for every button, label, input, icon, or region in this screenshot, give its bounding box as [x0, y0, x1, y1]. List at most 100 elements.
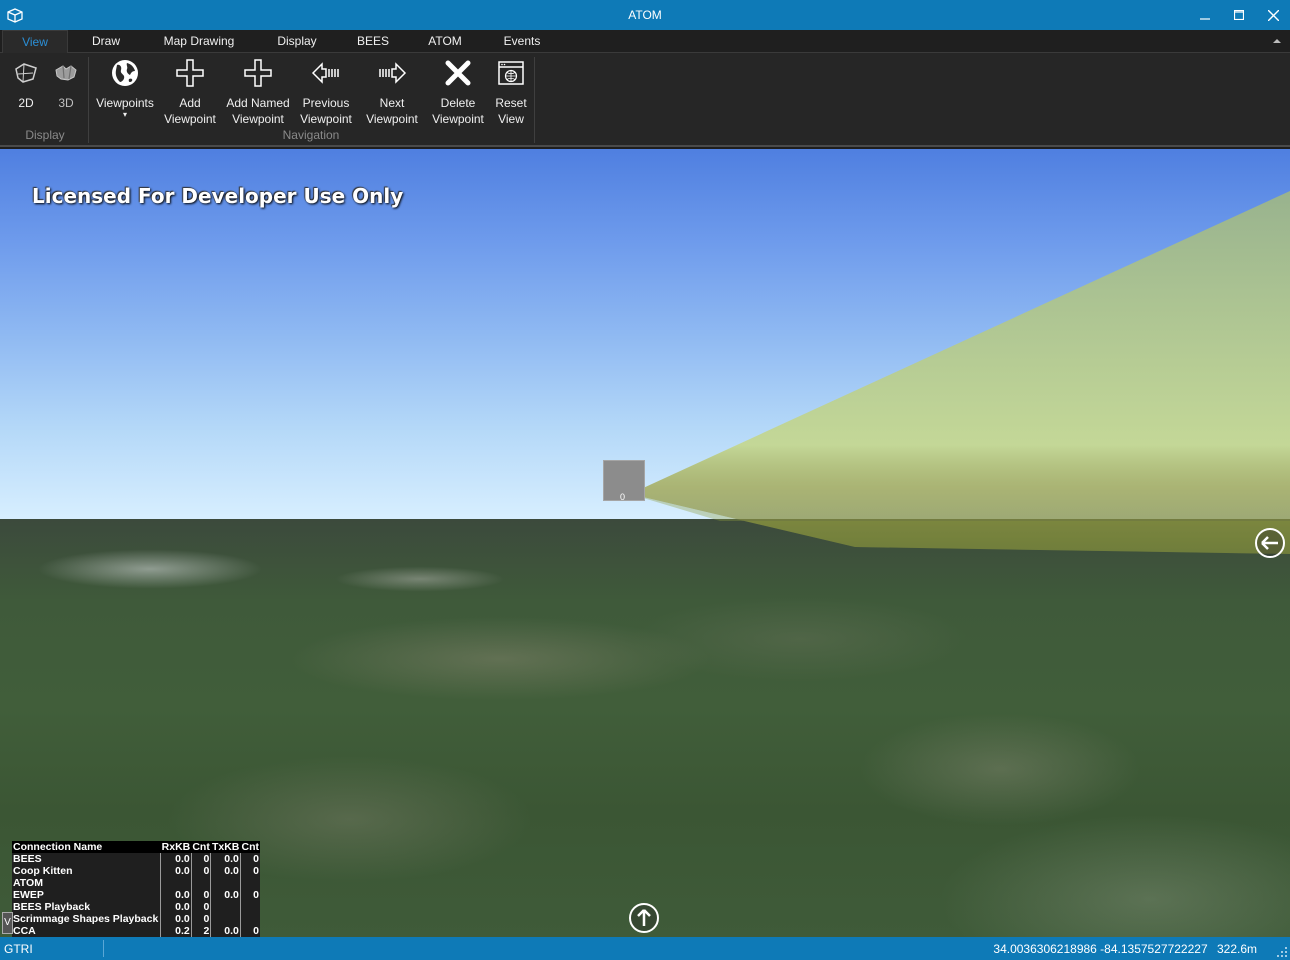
minimize-button[interactable] [1188, 0, 1222, 30]
pan-up-button[interactable] [629, 903, 659, 933]
rx-kb [160, 877, 192, 889]
table-row: BEES 0.0 0 0.0 0 [12, 853, 260, 865]
viewpoints-dropdown-icon: ▾ [122, 110, 127, 119]
rx-kb: 0.0 [160, 901, 192, 913]
tx-cnt [239, 877, 260, 889]
ribbon-tab-bar: View Draw Map Drawing Display BEES ATOM … [0, 30, 1290, 54]
navigation-group-label: Navigation [282, 128, 340, 142]
resize-grip-icon[interactable] [1276, 946, 1288, 958]
sensor-fov-cone [630, 191, 1290, 554]
connection-stats-table: Connection Name RxKB Cnt TxKB Cnt BEES 0… [12, 841, 260, 937]
window-title: ATOM [628, 8, 662, 22]
tab-display[interactable]: Display [268, 30, 326, 53]
cursor-coordinates: 34.0036306218986 -84.1357527722227 [993, 942, 1208, 956]
pan-left-button[interactable] [1255, 528, 1285, 558]
rx-kb: 0.0 [160, 865, 192, 877]
arrow-right-icon [379, 62, 407, 84]
group-separator [88, 57, 89, 143]
delete-viewpoint-button[interactable]: Delete Viewpoint [428, 57, 488, 127]
column-rx-cnt: Cnt [191, 841, 211, 853]
maximize-icon [1234, 10, 1244, 20]
table-row: CCA 0.2 2 0.0 0 [12, 925, 260, 937]
arrow-left-icon [311, 62, 339, 84]
connection-name: EWEP [13, 889, 44, 901]
tx-cnt: 0 [239, 865, 260, 877]
tab-map-drawing[interactable]: Map Drawing [155, 30, 243, 53]
arrow-up-icon [637, 909, 651, 926]
previous-viewpoint-button[interactable]: Previous Viewpoint [296, 57, 356, 127]
next-viewpoint-button[interactable]: Next Viewpoint [362, 57, 422, 127]
connection-panel-toggle[interactable]: V [2, 912, 13, 934]
platform-model-label: 0 [620, 492, 626, 502]
previous-viewpoint-label-2: Viewpoint [300, 112, 352, 126]
rx-kb: 0.0 [160, 913, 192, 925]
map-2d-icon [15, 63, 37, 83]
minimize-icon [1200, 18, 1210, 20]
add-named-viewpoint-button[interactable]: Add Named Viewpoint [222, 57, 294, 127]
tx-kb: 0.0 [210, 865, 241, 877]
viewpoints-button[interactable]: Viewpoints ▾ [92, 57, 158, 119]
tab-atom[interactable]: ATOM [420, 30, 470, 53]
tx-kb: 0.0 [210, 853, 241, 865]
tx-cnt: 0 [239, 889, 260, 901]
next-viewpoint-label-1: Next [379, 96, 405, 110]
globe-3d-icon [55, 65, 77, 81]
rx-cnt: 0 [190, 865, 211, 877]
connection-name: ATOM [13, 877, 43, 889]
3d-button[interactable]: 3D [46, 57, 86, 111]
tx-kb: 0.0 [210, 889, 241, 901]
globe-icon [112, 60, 138, 86]
map-viewport[interactable]: Licensed For Developer Use Only 0 Connec… [0, 149, 1290, 937]
status-position: 34.0036306218986 -84.1357527722227 322.6… [993, 942, 1257, 956]
maximize-button[interactable] [1222, 0, 1256, 30]
rx-kb: 0.0 [160, 853, 192, 865]
group-separator [534, 57, 535, 143]
next-viewpoint-label-2: Viewpoint [366, 112, 418, 126]
delete-x-icon [445, 60, 471, 86]
rx-kb: 0.0 [160, 889, 192, 901]
tx-kb: 0.0 [210, 925, 241, 937]
close-button[interactable] [1256, 0, 1290, 30]
plus-icon [244, 59, 272, 87]
rx-cnt: 0 [190, 913, 211, 925]
collapse-ribbon-icon[interactable] [1272, 36, 1282, 46]
add-named-viewpoint-label-1: Add Named [226, 96, 290, 110]
reset-view-button[interactable]: Reset View [490, 57, 532, 127]
plus-icon [176, 59, 204, 87]
display-group-label: Display [25, 128, 65, 142]
2d-button[interactable]: 2D [6, 57, 46, 111]
rx-cnt: 0 [190, 853, 211, 865]
2d-label: 2D [18, 96, 34, 110]
table-row: EWEP 0.0 0 0.0 0 [12, 889, 260, 901]
table-row: Coop Kitten 0.0 0 0.0 0 [12, 865, 260, 877]
status-separator [103, 940, 104, 957]
add-viewpoint-label-2: Viewpoint [164, 112, 216, 126]
tab-bees[interactable]: BEES [350, 30, 396, 53]
reset-view-label-2: View [498, 112, 524, 126]
column-tx-cnt: Cnt [240, 841, 260, 853]
tab-view[interactable]: View [2, 30, 68, 54]
tx-cnt [239, 901, 260, 913]
table-row: ATOM [12, 877, 260, 889]
rx-cnt [190, 877, 211, 889]
status-bar: GTRI 34.0036306218986 -84.1357527722227 … [0, 937, 1290, 960]
add-viewpoint-label-1: Add [179, 96, 201, 110]
viewpoints-label: Viewpoints [96, 96, 154, 110]
status-org-label: GTRI [4, 942, 33, 956]
connection-name: Coop Kitten [13, 865, 73, 877]
add-named-viewpoint-label-2: Viewpoint [232, 112, 284, 126]
reset-view-window-icon [498, 61, 524, 85]
table-row: Scrimmage Shapes Playback 0.0 0 [12, 913, 260, 925]
add-viewpoint-button[interactable]: Add Viewpoint [160, 57, 220, 127]
tab-draw[interactable]: Draw [80, 30, 132, 53]
previous-viewpoint-label-1: Previous [302, 96, 350, 110]
3d-label: 3D [58, 96, 74, 110]
connection-name: Scrimmage Shapes Playback [13, 913, 159, 925]
connection-table-header: Connection Name RxKB Cnt TxKB Cnt [12, 841, 260, 853]
tx-kb [210, 913, 241, 925]
tab-events[interactable]: Events [496, 30, 548, 53]
connection-name: CCA [13, 925, 36, 937]
rx-cnt: 2 [190, 925, 211, 937]
reset-view-label-1: Reset [495, 96, 527, 110]
tx-cnt: 0 [239, 925, 260, 937]
